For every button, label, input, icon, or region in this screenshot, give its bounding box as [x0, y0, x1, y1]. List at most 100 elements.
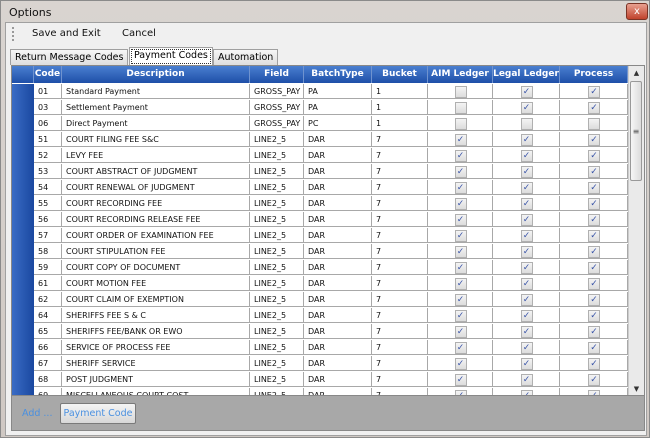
add-payment-code-button[interactable]: Payment Code: [60, 403, 136, 424]
column-header-legal-ledger[interactable]: Legal Ledger: [493, 66, 560, 83]
process-checkbox[interactable]: ✓: [588, 278, 600, 290]
process-checkbox[interactable]: ✓: [588, 86, 600, 98]
aim-ledger-checkbox[interactable]: ✓: [454, 134, 467, 146]
cell-code[interactable]: 51: [34, 132, 62, 147]
cell-batch-type[interactable]: DAR: [304, 244, 372, 259]
row-selector[interactable]: [12, 100, 34, 117]
table-row[interactable]: 59 COURT COPY OF DOCUMENT LINE2_5 DAR 7 ✓ ✓ ✓: [12, 260, 628, 277]
cell-field[interactable]: LINE2_5: [250, 164, 304, 179]
cell-batch-type[interactable]: PA: [304, 100, 372, 115]
cell-field[interactable]: GROSS_PAY: [250, 116, 304, 131]
row-selector[interactable]: [12, 84, 34, 101]
process-checkbox[interactable]: ✓: [588, 326, 600, 338]
aim-ledger-checkbox[interactable]: ✓: [454, 150, 467, 162]
cell-description[interactable]: SHERIFFS FEE S & C: [62, 308, 250, 323]
cell-description[interactable]: SHERIFF SERVICE: [62, 356, 250, 371]
cell-batch-type[interactable]: DAR: [304, 164, 372, 179]
cell-batch-type[interactable]: DAR: [304, 276, 372, 291]
cell-bucket[interactable]: 7: [372, 212, 428, 227]
save-and-exit-button[interactable]: Save and Exit: [32, 28, 101, 39]
cell-field[interactable]: LINE2_5: [250, 356, 304, 371]
process-checkbox[interactable]: ✓: [588, 374, 600, 386]
cell-field[interactable]: LINE2_5: [250, 292, 304, 307]
table-row[interactable]: 66 SERVICE OF PROCESS FEE LINE2_5 DAR 7 ✓ ✓ ✓: [12, 340, 628, 357]
table-row[interactable]: 56 COURT RECORDING RELEASE FEE LINE2_5 DAR 7…: [12, 212, 628, 229]
column-header-batch-type[interactable]: BatchType: [304, 66, 372, 83]
aim-ledger-checkbox[interactable]: ✓: [454, 310, 467, 322]
cell-bucket[interactable]: 7: [372, 324, 428, 339]
aim-ledger-checkbox[interactable]: [454, 118, 467, 130]
cell-bucket[interactable]: 7: [372, 276, 428, 291]
cell-description[interactable]: COURT FILING FEE S&C: [62, 132, 250, 147]
cell-code[interactable]: 52: [34, 148, 62, 163]
cell-field[interactable]: LINE2_5: [250, 132, 304, 147]
legal-ledger-checkbox[interactable]: ✓: [520, 134, 533, 146]
legal-ledger-checkbox[interactable]: ✓: [520, 102, 533, 114]
process-checkbox[interactable]: ✓: [588, 182, 600, 194]
aim-ledger-checkbox[interactable]: ✓: [454, 262, 467, 274]
legal-ledger-checkbox[interactable]: ✓: [520, 150, 533, 162]
scroll-thumb[interactable]: ≡: [630, 81, 642, 181]
cell-code[interactable]: 57: [34, 228, 62, 243]
process-checkbox[interactable]: ✓: [588, 246, 600, 258]
table-row[interactable]: 58 COURT STIPULATION FEE LINE2_5 DAR 7 ✓ ✓ ✓: [12, 244, 628, 261]
cell-field[interactable]: LINE2_5: [250, 372, 304, 387]
cell-bucket[interactable]: 7: [372, 244, 428, 259]
legal-ledger-checkbox[interactable]: ✓: [520, 342, 533, 354]
aim-ledger-checkbox[interactable]: [454, 102, 467, 114]
cell-batch-type[interactable]: DAR: [304, 340, 372, 355]
legal-ledger-checkbox[interactable]: ✓: [520, 246, 533, 258]
column-header-description[interactable]: Description: [62, 66, 250, 83]
aim-ledger-checkbox[interactable]: ✓: [454, 198, 467, 210]
row-selector[interactable]: [12, 324, 34, 341]
cell-batch-type[interactable]: DAR: [304, 308, 372, 323]
table-row[interactable]: 54 COURT RENEWAL OF JUDGMENT LINE2_5 DAR 7 ✓ ✓…: [12, 180, 628, 197]
process-checkbox[interactable]: ✓: [588, 230, 600, 242]
cell-bucket[interactable]: 7: [372, 164, 428, 179]
process-checkbox[interactable]: ✓: [588, 310, 600, 322]
aim-ledger-checkbox[interactable]: [454, 86, 467, 98]
cell-description[interactable]: COURT ABSTRACT OF JUDGMENT: [62, 164, 250, 179]
process-checkbox[interactable]: ✓: [588, 214, 600, 226]
table-row[interactable]: 51 COURT FILING FEE S&C LINE2_5 DAR 7 ✓ ✓ ✓: [12, 132, 628, 149]
column-header-process[interactable]: Process: [560, 66, 628, 83]
row-selector[interactable]: [12, 244, 34, 261]
table-row[interactable]: 01 Standard Payment GROSS_PAY PA 1 ✓ ✓: [12, 84, 628, 101]
cell-batch-type[interactable]: DAR: [304, 148, 372, 163]
cell-code[interactable]: 01: [34, 84, 62, 99]
cell-code[interactable]: 03: [34, 100, 62, 115]
cell-code[interactable]: 62: [34, 292, 62, 307]
legal-ledger-checkbox[interactable]: ✓: [520, 310, 533, 322]
column-header-code[interactable]: Code: [34, 66, 62, 83]
cell-description[interactable]: COURT RECORDING FEE: [62, 196, 250, 211]
aim-ledger-checkbox[interactable]: ✓: [454, 326, 467, 338]
cell-description[interactable]: COURT MOTION FEE: [62, 276, 250, 291]
process-checkbox[interactable]: ✓: [588, 342, 600, 354]
cell-batch-type[interactable]: DAR: [304, 196, 372, 211]
tab-return-message-codes[interactable]: Return Message Codes: [10, 49, 129, 65]
cell-bucket[interactable]: 1: [372, 116, 428, 131]
row-selector[interactable]: [12, 308, 34, 325]
cancel-button[interactable]: Cancel: [122, 28, 156, 39]
cell-description[interactable]: SERVICE OF PROCESS FEE: [62, 340, 250, 355]
cell-batch-type[interactable]: DAR: [304, 324, 372, 339]
row-selector[interactable]: [12, 196, 34, 213]
table-row[interactable]: 03 Settlement Payment GROSS_PAY PA 1 ✓ ✓: [12, 100, 628, 117]
aim-ledger-checkbox[interactable]: ✓: [454, 230, 467, 242]
row-selector[interactable]: [12, 260, 34, 277]
vertical-scrollbar[interactable]: ▲ ≡ ▼: [628, 66, 644, 396]
tab-payment-codes[interactable]: Payment Codes: [129, 47, 213, 66]
cell-bucket[interactable]: 1: [372, 84, 428, 99]
cell-field[interactable]: LINE2_5: [250, 244, 304, 259]
cell-batch-type[interactable]: DAR: [304, 292, 372, 307]
cell-code[interactable]: 59: [34, 260, 62, 275]
cell-field[interactable]: LINE2_5: [250, 260, 304, 275]
cell-field[interactable]: LINE2_5: [250, 196, 304, 211]
process-checkbox[interactable]: ✓: [588, 198, 600, 210]
cell-bucket[interactable]: 7: [372, 292, 428, 307]
legal-ledger-checkbox[interactable]: ✓: [520, 198, 533, 210]
column-header-aim-ledger[interactable]: AIM Ledger: [428, 66, 493, 83]
legal-ledger-checkbox[interactable]: ✓: [520, 86, 533, 98]
cell-bucket[interactable]: 7: [372, 340, 428, 355]
cell-field[interactable]: GROSS_PAY: [250, 100, 304, 115]
